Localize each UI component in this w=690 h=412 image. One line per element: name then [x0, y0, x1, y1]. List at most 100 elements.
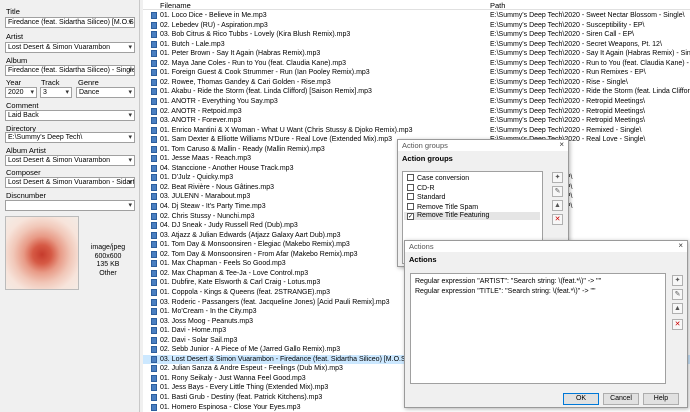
music-file-icon	[151, 250, 157, 258]
filename-cell: 01. Foreign Guest & Cook Strummer - Run …	[160, 69, 370, 77]
music-file-icon	[151, 269, 157, 277]
filename-cell: 02. Lebedev (RU) - Aspiration.mp3	[160, 21, 268, 29]
track-field[interactable]: 3	[40, 87, 72, 98]
genre-field[interactable]: Dance	[76, 87, 135, 98]
music-file-icon	[151, 203, 157, 210]
table-row[interactable]: 01. Butch - Lale.mp3 E:\Summy's Deep Tech…	[143, 40, 690, 50]
artist-field[interactable]: Lost Desert & Simon Vuarambon	[5, 42, 135, 53]
music-file-icon	[151, 308, 157, 316]
checkbox[interactable]	[407, 183, 414, 191]
edit-icon[interactable]: ✎	[672, 289, 683, 300]
up-icon[interactable]: ▲	[552, 200, 563, 211]
cover-info: image/jpeg 600x600 135 KB Other	[82, 244, 134, 278]
table-row[interactable]: 02. ANOTR - Retpoid.mp3 E:\Summy's Deep T…	[143, 107, 690, 117]
filename-cell: 02. Rowee, Thomas Gandey & Cari Golden -…	[160, 78, 331, 86]
actions-list[interactable]: Regular expression "ARTIST": "Search str…	[410, 273, 666, 384]
filename-cell: 01. ANOTR - Everything You Say.mp3	[160, 97, 278, 105]
discnumber-field[interactable]	[5, 200, 135, 211]
table-row[interactable]: 01. ANOTR - Everything You Say.mp3 E:\Sum…	[143, 97, 690, 107]
table-row[interactable]: 01. Akabu - Ride the Storm (feat. Linda …	[143, 87, 690, 97]
table-row[interactable]: 03. ANOTR - Forever.mp3 E:\Summy's Deep T…	[143, 116, 690, 126]
column-filename[interactable]: Filename	[160, 1, 191, 10]
close-icon[interactable]: ×	[559, 140, 564, 149]
delete-icon[interactable]: ✕	[672, 319, 683, 330]
artist-label: Artist	[6, 32, 24, 41]
music-file-icon	[151, 136, 157, 144]
album-label: Album	[6, 56, 28, 65]
music-file-icon	[151, 155, 157, 163]
music-file-icon	[151, 69, 157, 77]
action-group-item[interactable]: Standard	[407, 193, 445, 202]
table-row[interactable]: 02. Lebedev (RU) - Aspiration.mp3 E:\Summ…	[143, 21, 690, 31]
action-groups-title: Action groups	[398, 140, 568, 151]
path-cell: E:\Summy's Deep Tech\2020 - Sweet Nectar…	[490, 12, 685, 19]
new-icon[interactable]: ✦	[552, 172, 563, 183]
path-cell: E:\Summy's Deep Tech\2020 - Retropid Mee…	[490, 107, 645, 115]
cancel-button[interactable]: Cancel	[603, 393, 639, 405]
composer-field[interactable]: Lost Desert & Simon Vuarambon - Sidartha…	[5, 177, 135, 188]
tag-panel: Title Firedance (feat. Sidartha Siliceo)…	[0, 0, 140, 412]
music-file-icon	[151, 88, 157, 96]
action-group-label: Case conversion	[417, 175, 470, 182]
music-file-icon	[151, 346, 157, 354]
path-cell: E:\Summy's Deep Tech\2020 - Run Remixes …	[490, 69, 646, 77]
music-file-icon	[151, 183, 157, 191]
help-button[interactable]: Help	[643, 393, 679, 405]
checkbox[interactable]	[407, 174, 414, 181]
action-group-item[interactable]: Case conversion	[407, 174, 469, 183]
checkbox[interactable]	[407, 202, 414, 210]
actions-window: Actions × Actions Regular expression "AR…	[404, 240, 688, 408]
close-icon[interactable]: ×	[678, 241, 683, 250]
table-row[interactable]: 02. Rowee, Thomas Gandey & Cari Golden -…	[143, 78, 690, 88]
table-row[interactable]: 01. Loco Dice - Believe in Me.mp3 E:\Summ…	[143, 11, 690, 21]
music-file-icon	[151, 355, 157, 363]
cover-size: 135 KB	[96, 261, 120, 268]
music-file-icon	[151, 31, 157, 39]
path-cell: E:\Summy's Deep Tech\2020 - Remixed - Si…	[490, 126, 642, 134]
checkbox[interactable]	[407, 193, 414, 200]
music-file-icon	[151, 231, 157, 239]
table-row[interactable]: 01. Peter Brown - Say It Again (Habras R…	[143, 49, 690, 59]
action-item[interactable]: Regular expression "TITLE": "Search stri…	[415, 288, 595, 296]
comment-label: Comment	[6, 101, 39, 110]
new-icon[interactable]: ✦	[672, 275, 683, 286]
table-row[interactable]: 01. Enrico Mantini & X Woman - What U Wa…	[143, 126, 690, 136]
comment-field[interactable]: Laid Back	[5, 110, 135, 121]
album-artist-label: Album Artist	[6, 146, 47, 155]
title-field[interactable]: Firedance (feat. Sidartha Siliceo) [M.O.…	[5, 17, 135, 28]
column-path[interactable]: Path	[490, 1, 505, 10]
path-cell: E:\Summy's Deep Tech\2020 - Rise - Singl…	[490, 78, 628, 86]
checkbox[interactable]: ✓	[407, 213, 414, 220]
path-cell: E:\Summy's Deep Tech\2020 - Siren Call -…	[490, 31, 634, 39]
table-row[interactable]: 02. Maya Jane Coles - Run to You (feat. …	[143, 59, 690, 69]
genre-label: Genre	[78, 78, 99, 87]
table-row[interactable]: 01. Foreign Guest & Cook Strummer - Run …	[143, 68, 690, 78]
music-file-icon	[151, 374, 157, 382]
action-item[interactable]: Regular expression "ARTIST": "Search str…	[415, 278, 601, 286]
action-group-item[interactable]: Remove Title Spam	[407, 202, 478, 212]
music-file-icon	[151, 145, 157, 153]
up-icon[interactable]: ▲	[672, 303, 683, 314]
title-label: Title	[6, 7, 20, 16]
filename-cell: 03. ANOTR - Forever.mp3	[160, 117, 242, 125]
cover-art[interactable]	[5, 216, 79, 290]
music-file-icon	[151, 336, 157, 344]
action-group-item[interactable]: ✓ Remove Title Featuring	[404, 212, 540, 220]
edit-icon[interactable]: ✎	[552, 186, 563, 197]
path-cell: E:\Summy's Deep Tech\2020 - Secret Weapo…	[490, 40, 662, 48]
music-file-icon	[151, 126, 157, 134]
album-field[interactable]: Firedance (feat. Sidartha Siliceo) - Sin…	[5, 65, 135, 76]
ok-button[interactable]: OK	[563, 393, 599, 405]
path-cell: E:\Summy's Deep Tech\2020 - Retropid Mee…	[490, 97, 645, 105]
directory-field[interactable]: E:\Summy's Deep Tech\	[5, 132, 135, 143]
filename-cell: 01. Butch - Lale.mp3	[160, 40, 225, 48]
music-file-icon	[151, 164, 157, 172]
album-artist-field[interactable]: Lost Desert & Simon Vuarambon	[5, 155, 135, 166]
table-row[interactable]: 03. Bob Citrus & Rico Tubbs - Lovely (Ki…	[143, 30, 690, 40]
cover-dims: 600x600	[94, 252, 122, 260]
filename-cell: 01. Akabu - Ride the Storm (feat. Linda …	[160, 88, 372, 96]
year-field[interactable]: 2020	[5, 87, 37, 98]
action-group-item[interactable]: CD-R	[407, 183, 435, 193]
music-file-icon	[151, 78, 157, 86]
delete-icon[interactable]: ✕	[552, 214, 563, 225]
